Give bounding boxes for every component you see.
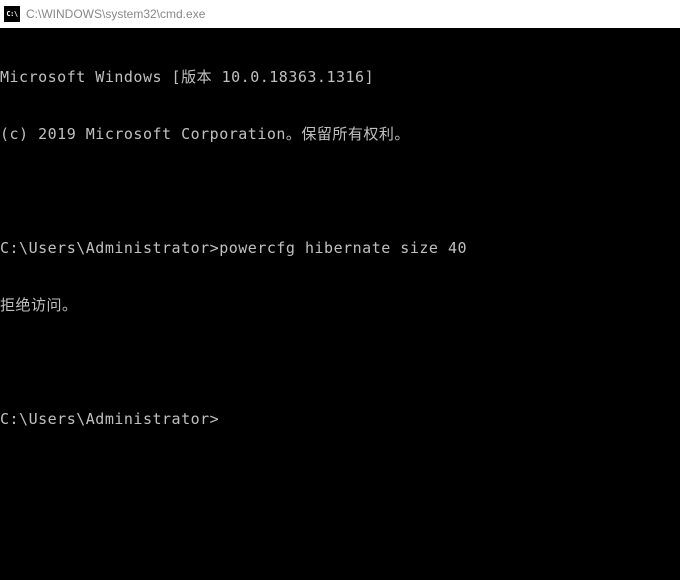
terminal-prompt-line: C:\Users\Administrator> [0,410,680,429]
terminal-blank-line [0,353,680,372]
terminal-output[interactable]: Microsoft Windows [版本 10.0.18363.1316] (… [0,28,680,580]
terminal-command-line: C:\Users\Administrator>powercfg hibernat… [0,239,680,258]
window-title: C:\WINDOWS\system32\cmd.exe [26,7,205,21]
terminal-copyright-line: (c) 2019 Microsoft Corporation。保留所有权利。 [0,125,680,144]
terminal-blank-line [0,182,680,201]
terminal-result-line: 拒绝访问。 [0,296,680,315]
terminal-header-line: Microsoft Windows [版本 10.0.18363.1316] [0,68,680,87]
cmd-icon-label: C:\ [6,10,17,18]
window-titlebar[interactable]: C:\ C:\WINDOWS\system32\cmd.exe [0,0,680,28]
cmd-icon: C:\ [4,6,20,22]
